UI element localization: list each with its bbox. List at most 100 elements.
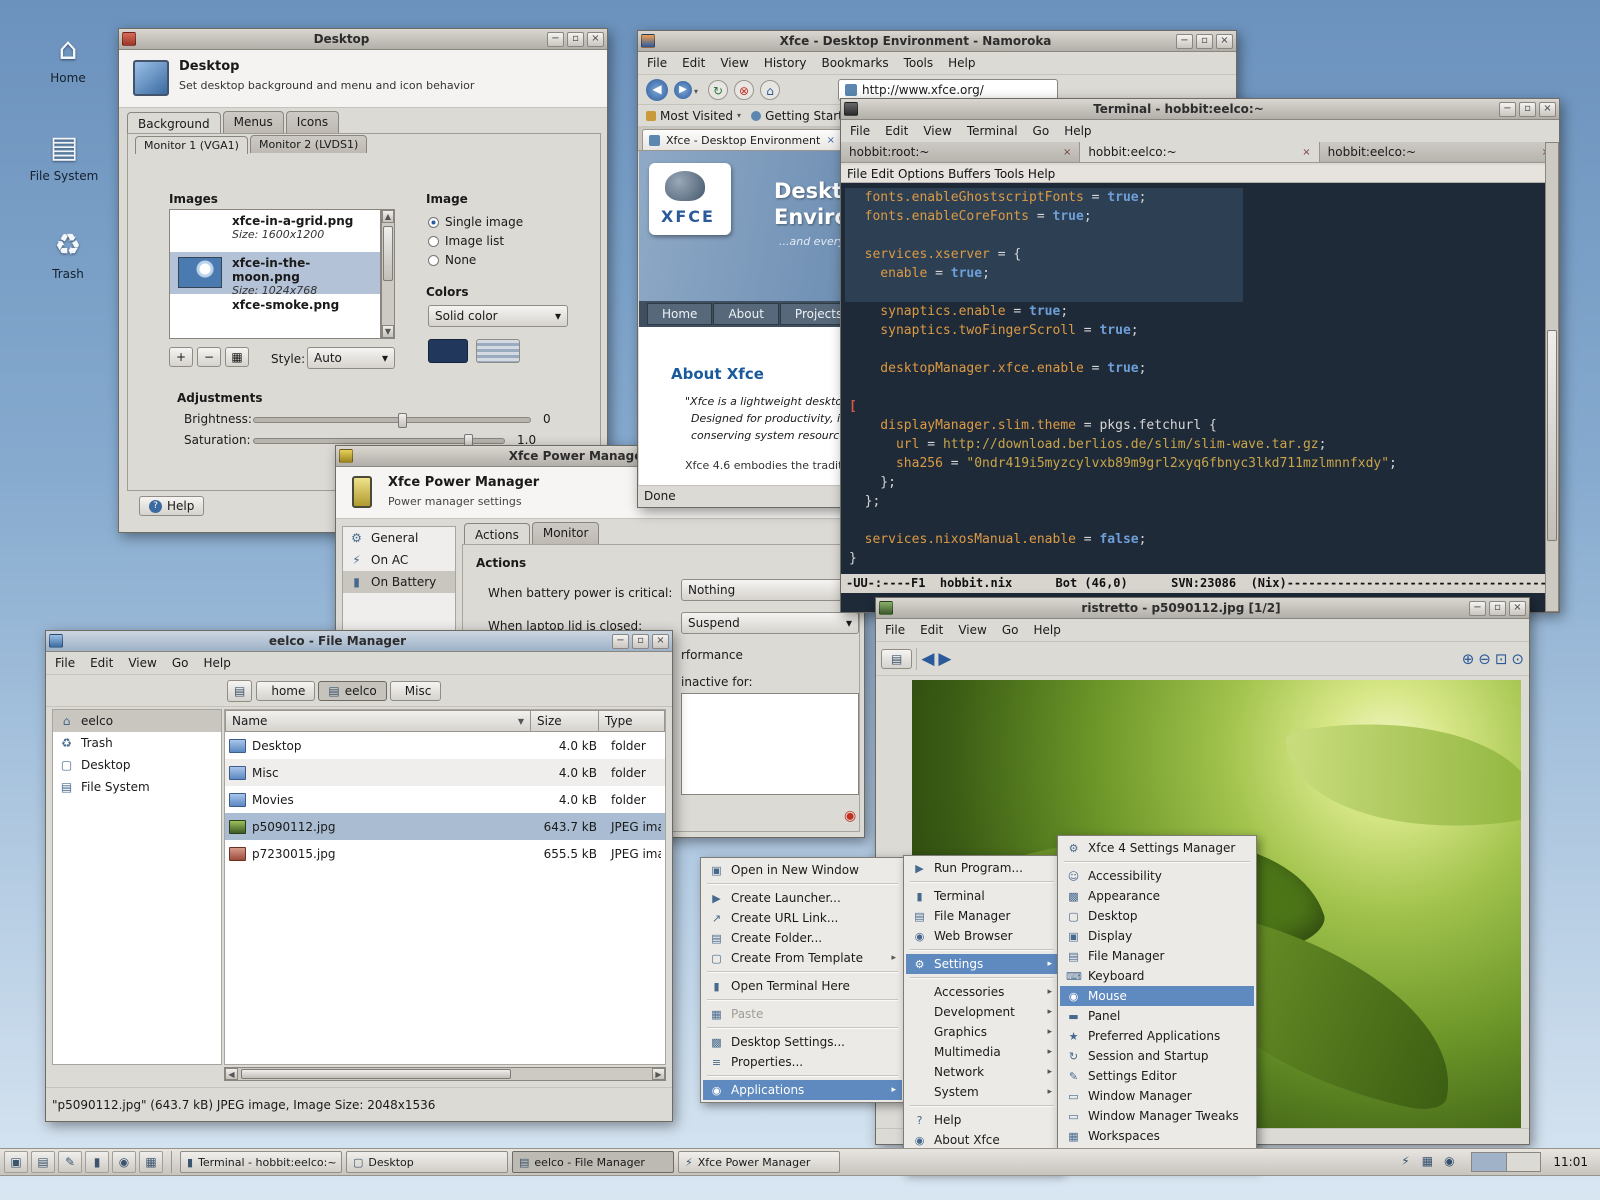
radio-single-image[interactable]: Single image <box>428 215 523 229</box>
monitor-tab[interactable]: Monitor 2 (LVDS1) <box>250 135 367 153</box>
saturation-slider[interactable] <box>253 438 505 444</box>
close-button[interactable]: × <box>1216 34 1233 49</box>
radio-none[interactable]: None <box>428 253 476 267</box>
menu-item[interactable]: ▶ Create Launcher... <box>703 888 902 908</box>
terminal-screen[interactable]: fonts.enableGhostscriptFonts = true; fon… <box>841 183 1545 574</box>
menu-item[interactable]: ▩ Desktop Settings... <box>703 1032 902 1052</box>
wallpaper-list[interactable]: xfce-in-a-grid.png Size: 1600x1200 xfce-… <box>169 209 381 339</box>
menu-item[interactable]: ▢ Desktop <box>1060 906 1254 926</box>
desktop-icon-filesystem[interactable]: ▤ File System <box>18 128 110 184</box>
stop-icon[interactable]: ⊗ <box>734 80 754 100</box>
maximize-button[interactable]: ▫ <box>632 634 649 649</box>
minimize-button[interactable]: − <box>1176 34 1193 49</box>
back-icon[interactable]: ◀ <box>646 79 668 101</box>
menu-item[interactable] <box>1064 861 1250 863</box>
menu-item[interactable]: ▮ Terminal <box>906 886 1058 906</box>
forward-icon[interactable]: ▶ <box>674 81 692 99</box>
menu-item[interactable]: ◉ About Xfce <box>906 1130 1058 1150</box>
menu-item[interactable]: ⌨ Keyboard <box>1060 966 1254 986</box>
minimize-button[interactable]: − <box>1469 601 1486 616</box>
file-row[interactable]: Desktop 4.0 kB folder <box>225 732 665 759</box>
workspace-1[interactable] <box>1472 1153 1506 1171</box>
menu-item[interactable]: ▢ Create From Template ▸ <box>703 948 902 968</box>
workspace-pager[interactable] <box>1471 1152 1541 1172</box>
menu[interactable]: File <box>48 654 82 672</box>
path-button[interactable]: ▤ eelco <box>318 681 386 701</box>
path-button[interactable]: Misc <box>390 681 442 701</box>
menu-item[interactable] <box>910 977 1054 979</box>
menu-item[interactable]: ▭ Window Manager Tweaks <box>1060 1106 1254 1126</box>
menu[interactable]: Help <box>1026 621 1067 639</box>
monitor-tab[interactable]: Monitor 1 (VGA1) <box>135 136 248 154</box>
menu[interactable]: Help <box>196 654 237 672</box>
file-row[interactable]: Misc 4.0 kB folder <box>225 759 665 786</box>
menu-item[interactable]: Graphics ▸ <box>906 1022 1058 1042</box>
bookmark-most-visited[interactable]: Most Visited ▾ <box>646 109 741 123</box>
maximize-button[interactable]: ▫ <box>1196 34 1213 49</box>
titlebar[interactable]: Desktop − ▫ × <box>119 29 607 50</box>
battery-critical-dropdown[interactable]: Nothing ▾ <box>681 579 859 601</box>
menu-item[interactable]: Development ▸ <box>906 1002 1058 1022</box>
menu[interactable]: Edit <box>83 654 120 672</box>
menu[interactable]: Go <box>995 621 1026 639</box>
task-button[interactable]: ⚡ Xfce Power Manager <box>678 1151 840 1173</box>
menu-item[interactable]: ▤ File Manager <box>906 906 1058 926</box>
desktop-icon-home[interactable]: ⌂ Home <box>22 30 114 86</box>
menu[interactable]: Help <box>1057 122 1098 140</box>
help-button[interactable]: ? Help <box>139 496 204 516</box>
tray-icon[interactable]: ▦ <box>1417 1152 1437 1172</box>
task-button[interactable]: ▮ Terminal - hobbit:eelco:~ <box>180 1151 342 1173</box>
brightness-slider[interactable] <box>253 417 531 423</box>
launcher-button[interactable]: ▤ <box>31 1151 55 1173</box>
menu-item[interactable]: ▤ File Manager <box>1060 946 1254 966</box>
minimize-button[interactable]: − <box>612 634 629 649</box>
power-side-tab[interactable]: ⚙ General <box>343 527 455 549</box>
menu[interactable]: File <box>640 54 674 72</box>
path-icon-button[interactable]: ▤ <box>227 680 252 702</box>
menu-item[interactable]: ▮ Open Terminal Here <box>703 976 902 996</box>
terminal-tab[interactable]: hobbit:root:~ × <box>841 142 1080 162</box>
menu[interactable]: File <box>843 122 877 140</box>
file-row[interactable]: p5090112.jpg 643.7 kB JPEG image <box>225 813 665 840</box>
browser-tab[interactable]: Xfce - Desktop Environment × <box>642 129 842 150</box>
shortcut-item[interactable]: ♻ Trash <box>53 732 221 754</box>
menu[interactable]: Terminal <box>960 122 1025 140</box>
tab[interactable]: Menus <box>223 111 284 133</box>
desktop-icon-trash[interactable]: ♻ Trash <box>22 226 114 282</box>
menu-item[interactable]: ▬ Panel <box>1060 1006 1254 1026</box>
style-dropdown[interactable]: Auto ▾ <box>307 347 395 369</box>
scroll-right-icon[interactable]: ▶ <box>652 1068 665 1080</box>
zoom-fit-icon[interactable]: ⊡ <box>1495 650 1508 668</box>
file-row[interactable]: p7230015.jpg 655.5 kB JPEG image <box>225 840 665 867</box>
menu-item[interactable] <box>707 971 898 973</box>
menu[interactable]: File <box>878 621 912 639</box>
previous-image-icon[interactable]: ◀ <box>921 649 934 669</box>
power-side-tab[interactable]: ▮ On Battery <box>343 571 455 593</box>
remove-image-button[interactable]: − <box>197 347 221 367</box>
menu-item[interactable]: Accessories ▸ <box>906 982 1058 1002</box>
menu[interactable]: History <box>757 54 814 72</box>
site-nav-item[interactable]: About <box>713 303 778 325</box>
tab-close-icon[interactable]: × <box>827 135 835 146</box>
menu-item[interactable]: ⚙ Settings ▸ <box>906 954 1058 974</box>
add-image-button[interactable]: + <box>169 347 193 367</box>
menu-item[interactable]: ▣ Open in New Window <box>703 860 902 880</box>
menu-item[interactable]: Network ▸ <box>906 1062 1058 1082</box>
launcher-button[interactable]: ✎ <box>58 1151 82 1173</box>
menu-item[interactable]: ◉ Mouse <box>1060 986 1254 1006</box>
scrollbar-thumb[interactable] <box>1547 330 1557 541</box>
terminal-scrollbar[interactable] <box>1545 142 1559 612</box>
zoom-100-icon[interactable]: ⊙ <box>1511 650 1524 668</box>
menu-item[interactable] <box>707 883 898 885</box>
launcher-button[interactable]: ▣ <box>4 1151 28 1173</box>
menu[interactable]: Tools <box>897 54 941 72</box>
shortcut-item[interactable]: ⌂ eelco <box>53 710 221 732</box>
menu-item[interactable]: ≡ Properties... <box>703 1052 902 1072</box>
site-nav-item[interactable]: Home <box>647 303 712 325</box>
menu[interactable]: Bookmarks <box>815 54 896 72</box>
wallpaper-item[interactable]: xfce-in-a-grid.png Size: 1600x1200 <box>170 210 380 252</box>
titlebar[interactable]: Terminal - hobbit:eelco:~ − ▫ × <box>841 99 1559 120</box>
column-size[interactable]: Size <box>531 710 599 732</box>
horizontal-scrollbar[interactable]: ◀ ▶ <box>224 1067 666 1081</box>
menu[interactable]: Go <box>165 654 196 672</box>
